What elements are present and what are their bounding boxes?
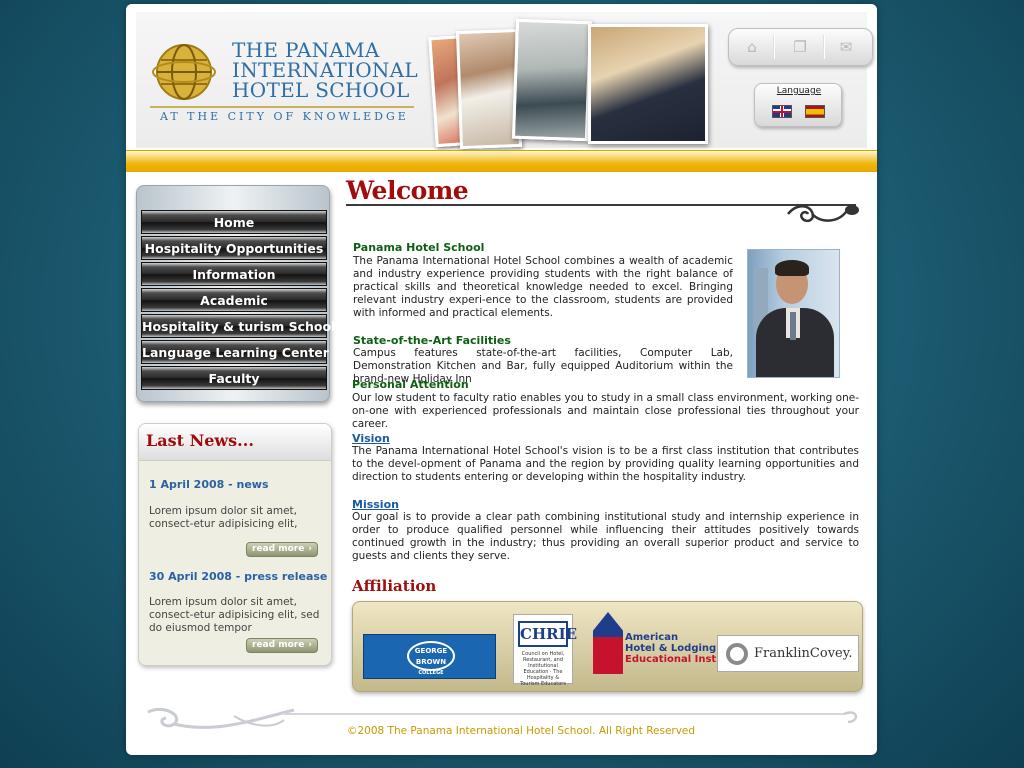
home-icon[interactable]: ⌂	[741, 37, 763, 57]
george-brown-logo[interactable]: GEORGE BROWN COLLEGE	[363, 634, 496, 679]
chevron-right-icon: ›	[308, 640, 312, 650]
divider	[823, 35, 824, 59]
header-band: THE PANAMA INTERNATIONAL HOTEL SCHOOL AT…	[136, 12, 873, 150]
affiliation-logos: GEORGE BROWN COLLEGE CHRIE Council on Ho…	[352, 601, 863, 692]
school-name-line-2: INTERNATIONAL	[232, 58, 419, 82]
news-date-link[interactable]: 1 April 2008 - news	[149, 478, 269, 491]
ahla-line-1: American	[625, 632, 679, 643]
franklincovey-wordmark: FranklinCovey.	[754, 646, 853, 661]
nav-item-hospitality-opportunities[interactable]: Hospitality Opportunities	[141, 236, 327, 260]
news-date-link[interactable]: 30 April 2008 - press release	[149, 570, 327, 583]
franklincovey-logo[interactable]: FranklinCovey.	[717, 635, 859, 672]
section-text-panama-hotel-school: The Panama International Hotel School co…	[353, 255, 733, 319]
pages-icon[interactable]: ❐	[789, 37, 811, 57]
school-name-line-1: THE PANAMA	[232, 38, 380, 62]
read-more-button[interactable]: read more ›	[246, 542, 318, 557]
news-box: Last News... 1 April 2008 - news Lorem i…	[138, 423, 332, 666]
nav-item-information[interactable]: Information	[141, 262, 327, 286]
tie	[790, 312, 796, 340]
utility-toolbar: ⌂ ❐ ✉	[728, 28, 873, 66]
section-text-personal-attention: Our low student to faculty ratio enables…	[352, 392, 859, 430]
news-text: Lorem ipsum dolor sit amet, consect-etur…	[149, 505, 298, 530]
sidebar-nav: Home Hospitality Opportunities Informati…	[136, 185, 335, 402]
read-more-label: read more	[252, 544, 305, 554]
george-brown-line-3: COLLEGE	[418, 670, 444, 676]
george-brown-mark: GEORGE BROWN COLLEGE	[407, 641, 455, 676]
chevron-right-icon: ›	[308, 544, 312, 554]
chrie-subtitle: Council on Hotel, Restaurant, and Instit…	[520, 651, 566, 687]
header-photo-concierge	[588, 24, 708, 144]
tagline: AT THE CITY OF KNOWLEDGE	[160, 110, 409, 123]
ahla-line-3: Educational Institute	[625, 654, 744, 665]
ahla-line-2: Hotel & Lodging	[625, 643, 717, 654]
section-text-mission: Our goal is to provide a clear path comb…	[352, 511, 859, 562]
language-selector: Language	[754, 83, 842, 127]
ahla-wordmark: American Hotel & Lodging Educational Ins…	[625, 632, 744, 665]
news-title: Last News...	[146, 431, 254, 450]
vision-link[interactable]: Vision	[352, 432, 390, 445]
news-header: Last News...	[139, 424, 331, 461]
george-brown-line-1: GEORGE	[414, 647, 448, 655]
page-container: THE PANAMA INTERNATIONAL HOTEL SCHOOL AT…	[126, 4, 877, 755]
read-more-button[interactable]: read more ›	[246, 638, 318, 653]
ahla-logo[interactable]: American Hotel & Lodging Educational Ins…	[591, 612, 743, 686]
nav-item-home[interactable]: Home	[141, 210, 327, 234]
divider	[773, 35, 774, 59]
copyright-text: ©2008 The Panama International Hotel Sch…	[347, 725, 696, 737]
nav-item-hospitality-turism-school[interactable]: Hospitality & turism School	[141, 314, 335, 338]
school-name-line-3: HOTEL SCHOOL	[232, 78, 410, 102]
header: THE PANAMA INTERNATIONAL HOTEL SCHOOL AT…	[126, 4, 877, 150]
chrie-logo[interactable]: CHRIE Council on Hotel, Restaurant, and …	[513, 614, 577, 687]
nav-item-language-learning-center[interactable]: Language Learning Center	[141, 340, 329, 364]
uk-flag-icon[interactable]	[772, 105, 792, 118]
chrie-wordmark: CHRIE	[518, 621, 577, 647]
swirl-ornament-icon	[787, 205, 859, 223]
header-photo-housekeeping	[511, 18, 593, 142]
ahla-flag-icon	[593, 612, 623, 674]
spain-flag-icon[interactable]	[805, 105, 825, 118]
george-brown-line-2: BROWN	[415, 658, 447, 666]
nav-item-academic[interactable]: Academic	[141, 288, 327, 312]
franklincovey-mark-icon	[726, 643, 748, 665]
section-text-vision: The Panama International Hotel School's …	[352, 445, 859, 483]
hair	[775, 260, 809, 276]
director-portrait	[747, 249, 840, 378]
mission-link[interactable]: Mission	[352, 498, 399, 511]
read-more-label: read more	[252, 640, 305, 650]
section-title-personal-attention: Personal Attention	[352, 378, 469, 391]
language-label[interactable]: Language	[755, 86, 843, 96]
news-text: Lorem ipsum dolor sit amet, consect-etur…	[149, 596, 320, 634]
section-title-panama-hotel-school: Panama Hotel School	[353, 241, 485, 254]
nav-item-faculty[interactable]: Faculty	[141, 366, 327, 390]
gold-divider-bar	[126, 150, 877, 172]
welcome-divider	[346, 204, 856, 206]
logo-divider	[150, 106, 414, 108]
mail-icon[interactable]: ✉	[835, 37, 857, 57]
school-name: THE PANAMA INTERNATIONAL HOTEL SCHOOL	[232, 40, 422, 100]
affiliation-heading: Affiliation	[352, 577, 437, 595]
welcome-heading: Welcome	[346, 176, 469, 205]
globe-logo-icon	[152, 44, 216, 100]
section-title-facilities: State-of-the-Art Facilities	[353, 334, 511, 347]
